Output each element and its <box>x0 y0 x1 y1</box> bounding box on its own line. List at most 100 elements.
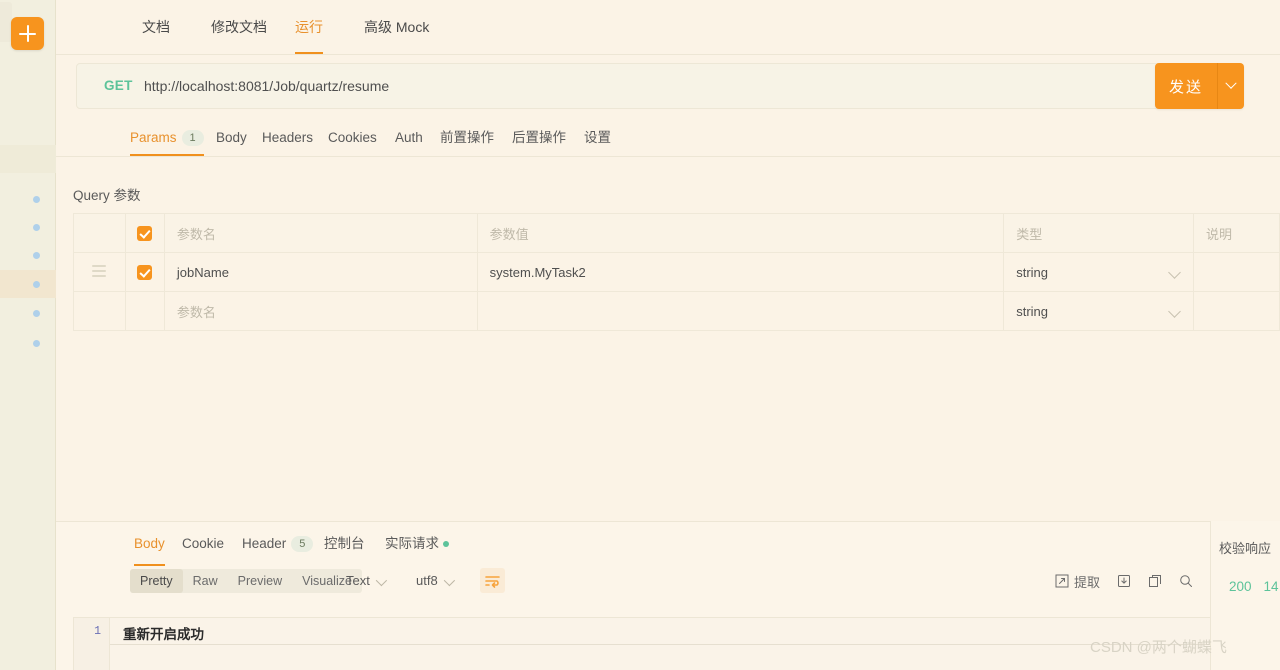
tab-auth[interactable]: Auth <box>395 121 423 156</box>
url-text[interactable]: http://localhost:8081/Job/quartz/resume <box>144 78 389 94</box>
param-value-value[interactable]: system.MyTask2 <box>490 265 586 280</box>
chevron-down-icon[interactable] <box>1168 266 1181 279</box>
row-desc-cell[interactable] <box>1194 253 1280 291</box>
add-button[interactable] <box>11 17 44 50</box>
api-client-window: 文档 修改文档 运行 高级 Mock GET http://localhost:… <box>0 0 1280 670</box>
tab-post-operation[interactable]: 后置操作 <box>512 121 566 156</box>
tab-actual-request[interactable]: 实际请求 <box>385 532 449 566</box>
tab-advanced-mock[interactable]: 高级 Mock <box>364 0 429 54</box>
tab-label: 设置 <box>584 130 611 145</box>
tab-settings[interactable]: 设置 <box>584 121 611 156</box>
tab-cookies[interactable]: Cookies <box>328 121 377 156</box>
tab-label: Header <box>242 536 287 551</box>
sidebar-item-dot[interactable] <box>33 340 40 347</box>
chevron-down-icon <box>1225 77 1237 89</box>
encoding-select[interactable]: utf8 <box>416 569 455 593</box>
sidebar-item-dot[interactable] <box>33 252 40 259</box>
sidebar-item-dot-selected[interactable] <box>33 281 40 288</box>
tab-document[interactable]: 文档 <box>142 0 170 54</box>
tab-headers[interactable]: Headers <box>262 121 313 156</box>
tab-params[interactable]: Params 1 <box>130 121 204 156</box>
format-pretty-button[interactable]: Pretty <box>130 569 183 593</box>
url-input[interactable]: GET http://localhost:8081/Job/quartz/res… <box>76 63 1166 109</box>
encoding-value: utf8 <box>416 573 438 588</box>
search-button[interactable] <box>1179 574 1193 588</box>
header-type-cell: 类型 <box>1004 214 1195 252</box>
tab-label: 控制台 <box>324 536 365 551</box>
copy-button[interactable] <box>1148 574 1162 588</box>
send-dropdown-button[interactable] <box>1217 63 1244 109</box>
param-type-value[interactable]: string <box>1016 304 1048 319</box>
column-header-label: 参数值 <box>489 226 529 242</box>
row-drag-cell <box>74 292 126 330</box>
status-dot-icon <box>443 541 449 548</box>
search-icon <box>1180 575 1192 587</box>
params-count-badge: 1 <box>181 130 204 147</box>
tab-response-body[interactable]: Body <box>134 532 165 566</box>
response-body-text: 重新开启成功 <box>123 627 204 642</box>
download-icon <box>1118 575 1130 587</box>
response-time: 14 <box>1263 579 1279 594</box>
tab-edit-document[interactable]: 修改文档 <box>211 0 267 54</box>
http-method-label[interactable]: GET <box>104 78 133 93</box>
tab-label: 后置操作 <box>512 130 566 145</box>
row-enabled-checkbox[interactable] <box>137 264 153 280</box>
format-raw-button[interactable]: Raw <box>183 569 228 593</box>
tab-label: 修改文档 <box>211 19 267 35</box>
tab-pre-operation[interactable]: 前置操作 <box>440 121 494 156</box>
chevron-down-icon[interactable] <box>1168 305 1181 318</box>
drag-handle-icon[interactable] <box>92 264 107 280</box>
response-tools: 提取 <box>1055 569 1193 593</box>
tab-label: Auth <box>395 130 423 145</box>
header-value-cell: 参数值 <box>478 214 1005 252</box>
format-preview-button[interactable]: Preview <box>228 569 292 593</box>
send-button[interactable]: 发送 <box>1155 63 1217 109</box>
download-button[interactable] <box>1117 574 1131 588</box>
row-name-cell[interactable]: 参数名 <box>165 292 478 330</box>
format-mode-group: Pretty Raw Preview Visualize <box>130 569 362 593</box>
row-name-cell[interactable]: jobName <box>165 253 478 291</box>
response-body-editor[interactable]: 1 重新开启成功 <box>73 617 1243 670</box>
tab-response-cookie[interactable]: Cookie <box>182 532 224 566</box>
tab-body[interactable]: Body <box>216 121 247 156</box>
sidebar-tree-row[interactable] <box>0 145 56 173</box>
editor-line-divider <box>110 644 1242 645</box>
select-all-checkbox[interactable] <box>137 225 153 241</box>
row-type-cell[interactable]: string <box>1004 253 1195 291</box>
row-desc-cell[interactable] <box>1194 292 1280 330</box>
main-panel: 文档 修改文档 运行 高级 Mock GET http://localhost:… <box>56 0 1280 670</box>
param-name-value[interactable]: jobName <box>177 265 229 280</box>
table-row[interactable]: jobName system.MyTask2 string <box>74 253 1280 292</box>
column-header-label: 说明 <box>1206 226 1233 242</box>
sidebar-item-dot[interactable] <box>33 224 40 231</box>
row-value-cell[interactable]: system.MyTask2 <box>478 253 1005 291</box>
response-status-summary: 200 14 <box>1229 579 1280 594</box>
tab-console[interactable]: 控制台 <box>324 532 365 566</box>
tab-response-header[interactable]: Header 5 <box>242 532 314 566</box>
left-sidebar <box>0 0 56 670</box>
extract-button[interactable]: 提取 <box>1055 572 1100 591</box>
tab-run[interactable]: 运行 <box>295 0 323 54</box>
tab-label: Cookie <box>182 536 225 551</box>
header-handle-cell <box>74 214 126 252</box>
header-checkbox-cell <box>126 214 165 252</box>
word-wrap-toggle[interactable] <box>480 568 505 593</box>
content-type-select[interactable]: Text <box>346 569 387 593</box>
tab-label: 高级 Mock <box>364 19 430 35</box>
editor-gutter: 1 <box>74 618 110 670</box>
row-type-cell[interactable]: string <box>1004 292 1195 330</box>
request-bar: GET http://localhost:8081/Job/quartz/res… <box>56 55 1280 121</box>
sidebar-item-dot[interactable] <box>33 310 40 317</box>
param-type-value[interactable]: string <box>1016 265 1048 280</box>
top-tab-bar: 文档 修改文档 运行 高级 Mock <box>56 0 1280 55</box>
table-row-empty[interactable]: 参数名 string <box>74 292 1280 331</box>
table-header-row: 参数名 参数值 类型 说明 <box>74 214 1280 253</box>
tab-label: Body <box>216 130 247 145</box>
row-value-cell[interactable] <box>478 292 1005 330</box>
row-drag-cell[interactable] <box>74 253 126 291</box>
sidebar-tree-row-selected[interactable] <box>0 270 56 298</box>
sidebar-item-dot[interactable] <box>33 196 40 203</box>
validate-panel-title: 校验响应 <box>1219 541 1272 556</box>
tab-label: 实际请求 <box>385 536 439 551</box>
header-desc-cell: 说明 <box>1194 214 1280 252</box>
